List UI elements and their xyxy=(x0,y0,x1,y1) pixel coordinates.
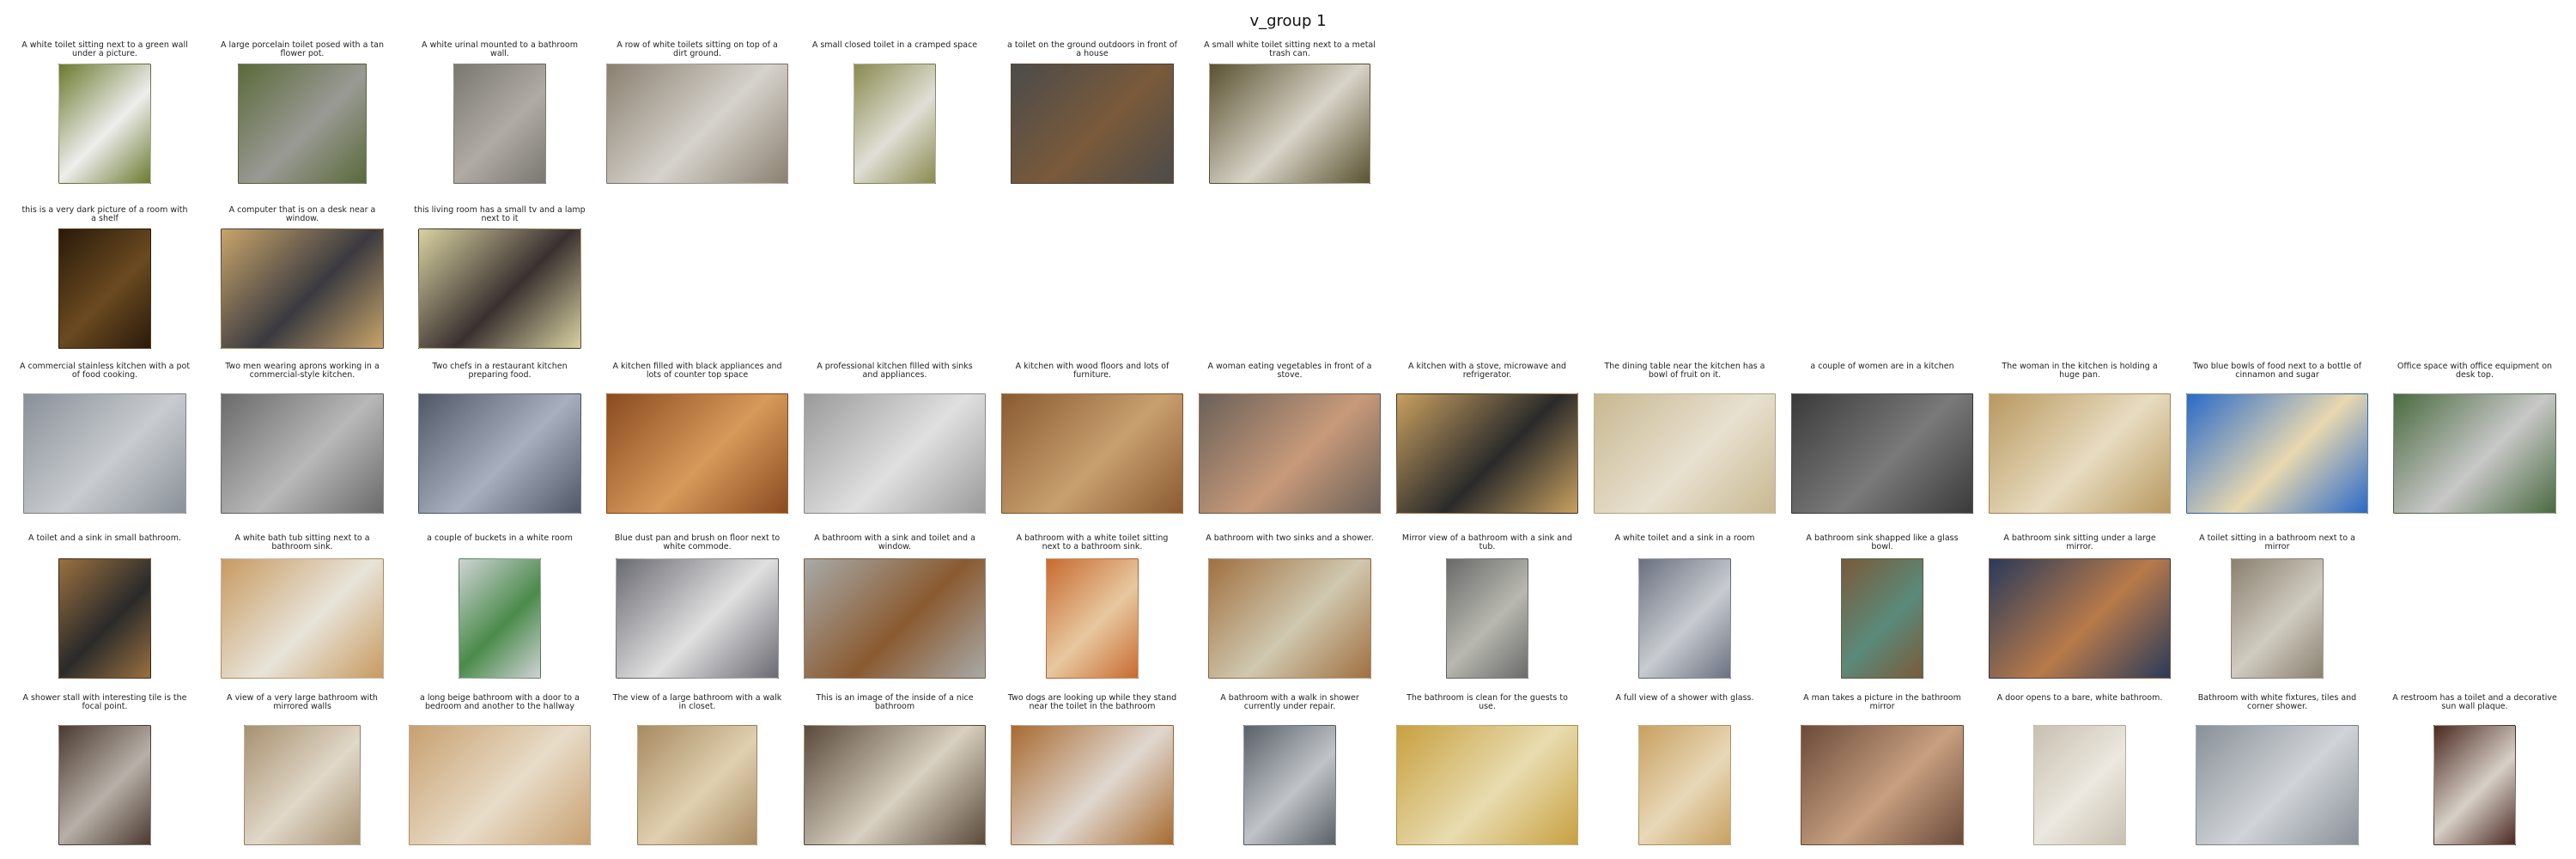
thumbnail-image xyxy=(1011,64,1174,184)
thumbnail-image xyxy=(804,558,986,679)
thumbnail-image xyxy=(1396,393,1578,514)
thumbnail-image xyxy=(459,558,541,679)
thumbnail-image xyxy=(418,393,581,514)
thumbnail-caption: Mirror view of a bathroom with a sink an… xyxy=(1401,533,1573,551)
thumbnail-image xyxy=(1243,725,1336,845)
thumbnail-image xyxy=(221,393,384,514)
thumbnail-caption: A kitchen with a stove, microwave and re… xyxy=(1407,362,1567,380)
thumbnail-image xyxy=(1209,64,1370,184)
thumbnail-image xyxy=(1396,725,1578,845)
thumbnail-image xyxy=(1046,558,1139,679)
thumbnail-image xyxy=(2196,725,2359,845)
thumbnail-caption: A row of white toilets sitting on top of… xyxy=(617,40,778,58)
thumbnail-image xyxy=(2186,393,2368,514)
thumbnail-caption: a long beige bathroom with a door to a b… xyxy=(420,693,580,711)
thumbnail-caption: A shower stall with interesting tile is … xyxy=(22,693,187,711)
thumbnail-image xyxy=(606,393,788,514)
thumbnail-caption: A woman eating vegetables in front of a … xyxy=(1207,362,1372,380)
thumbnail-caption: A white urinal mounted to a bathroom wal… xyxy=(422,40,578,58)
thumbnail-image xyxy=(1001,393,1183,514)
thumbnail-caption: The bathroom is clean for the guests to … xyxy=(1406,693,1568,711)
thumbnail-caption: A kitchen filled with black appliances a… xyxy=(612,362,782,380)
thumbnail-image xyxy=(58,228,151,349)
thumbnail-image xyxy=(804,393,986,514)
thumbnail-caption: Two chefs in a restaurant kitchen prepar… xyxy=(432,362,568,380)
thumbnail-caption: this living room has a small tv and a la… xyxy=(414,205,586,223)
thumbnail-caption: Two dogs are looking up while they stand… xyxy=(1007,693,1177,711)
thumbnail-caption: A white toilet sitting next to a green w… xyxy=(21,40,188,58)
thumbnail-image xyxy=(1801,725,1964,845)
thumbnail-caption: A view of a very large bathroom with mir… xyxy=(227,693,378,711)
thumbnail-caption: A toilet and a sink in small bathroom. xyxy=(28,533,181,543)
thumbnail-caption: Blue dust pan and brush on floor next to… xyxy=(614,533,781,551)
thumbnail-caption: A white bath tub sitting next to a bathr… xyxy=(234,533,370,551)
thumbnail-image xyxy=(1638,558,1731,679)
thumbnail-caption: A white toilet and a sink in a room xyxy=(1614,533,1755,543)
thumbnail-image xyxy=(238,64,367,184)
thumbnail-caption: this is a very dark picture of a room wi… xyxy=(21,205,188,223)
thumbnail-image xyxy=(1989,558,2171,679)
thumbnail-image xyxy=(606,64,788,184)
thumbnail-caption: A small closed toilet in a cramped space xyxy=(811,40,978,50)
thumbnail-caption: A full view of a shower with glass. xyxy=(1615,693,1754,703)
thumbnail-image xyxy=(58,64,151,184)
thumbnail-image xyxy=(2433,725,2516,845)
thumbnail-image xyxy=(221,228,384,349)
thumbnail-caption: A bathroom with two sinks and a shower. xyxy=(1206,533,1374,543)
thumbnail-caption: a couple of buckets in a white room xyxy=(427,533,573,543)
thumbnail-caption: The dining table near the kitchen has a … xyxy=(1604,362,1765,380)
thumbnail-image xyxy=(409,725,591,845)
thumbnail-image xyxy=(453,64,546,184)
thumbnail-caption: A small white toilet sitting next to a m… xyxy=(1204,40,1376,58)
thumbnail-caption: A kitchen with wood floors and lots of f… xyxy=(1015,362,1170,380)
thumbnail-caption: A large porcelain toilet posed with a ta… xyxy=(220,40,385,58)
thumbnail-image xyxy=(1989,393,2171,514)
thumbnail-caption: A man takes a picture in the bathroom mi… xyxy=(1803,693,1961,711)
thumbnail-image xyxy=(1446,558,1528,679)
thumbnail-image xyxy=(1199,393,1381,514)
thumbnail-caption: The view of a large bathroom with a walk… xyxy=(612,693,782,711)
thumbnail-image xyxy=(23,393,186,514)
page-title: v_group 1 xyxy=(1249,12,1327,30)
thumbnail-image xyxy=(1791,393,1973,514)
thumbnail-image xyxy=(1011,725,1174,845)
thumbnail-caption: Office space with office equipment on de… xyxy=(2397,362,2553,380)
thumbnail-caption: A bathroom sink sitting under a large mi… xyxy=(2003,533,2156,551)
thumbnail-caption: A bathroom sink shapped like a glass bow… xyxy=(1806,533,1959,551)
thumbnail-caption: A computer that is on a desk near a wind… xyxy=(228,205,376,223)
thumbnail-caption: Bathroom with white fixtures, tiles and … xyxy=(2197,693,2357,711)
thumbnail-image xyxy=(2231,558,2324,679)
thumbnail-image xyxy=(854,64,936,184)
thumbnail-image xyxy=(2033,725,2126,845)
thumbnail-image xyxy=(616,558,779,679)
thumbnail-image xyxy=(418,228,581,349)
thumbnail-caption: A restroom has a toilet and a decorative… xyxy=(2392,693,2557,711)
thumbnail-image xyxy=(637,725,757,845)
thumbnail-caption: a toilet on the ground outdoors in front… xyxy=(1007,40,1177,58)
thumbnail-image xyxy=(221,558,384,679)
thumbnail-caption: A door opens to a bare, white bathroom. xyxy=(1996,693,2163,703)
thumbnail-image xyxy=(2393,393,2556,514)
thumbnail-caption: This is an image of the inside of a nice… xyxy=(816,693,974,711)
thumbnail-caption: Two men wearing aprons working in a comm… xyxy=(225,362,380,380)
thumbnail-image xyxy=(804,725,986,845)
thumbnail-image xyxy=(58,725,151,845)
thumbnail-caption: A bathroom with a white toilet sitting n… xyxy=(1016,533,1169,551)
thumbnail-image xyxy=(244,725,361,845)
thumbnail-caption: The woman in the kitchen is holding a hu… xyxy=(2002,362,2158,380)
thumbnail-caption: Two blue bowls of food next to a bottle … xyxy=(2192,362,2362,380)
thumbnail-caption: A professional kitchen filled with sinks… xyxy=(817,362,973,380)
thumbnail-image xyxy=(1594,393,1776,514)
thumbnail-caption: A bathroom with a walk in shower current… xyxy=(1220,693,1359,711)
thumbnail-caption: A commercial stainless kitchen with a po… xyxy=(19,362,191,380)
thumbnail-image xyxy=(1638,725,1731,845)
thumbnail-caption: a couple of women are in a kitchen xyxy=(1810,362,1954,371)
thumbnail-image xyxy=(58,558,151,679)
thumbnail-caption: A bathroom with a sink and toilet and a … xyxy=(814,533,975,551)
thumbnail-image xyxy=(1208,558,1371,679)
thumbnail-image xyxy=(1841,558,1923,679)
thumbnail-caption: A toilet sitting in a bathroom next to a… xyxy=(2199,533,2355,551)
